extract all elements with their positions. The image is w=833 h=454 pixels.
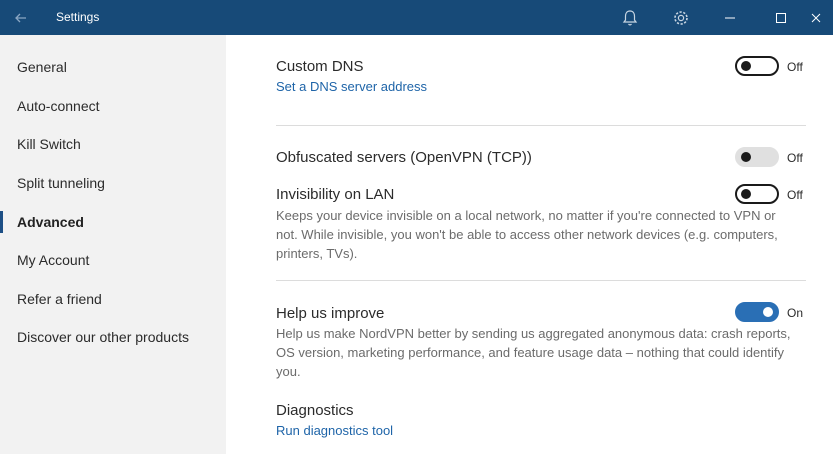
help-improve-title: Help us improve <box>276 305 385 322</box>
help-improve-toggle[interactable] <box>735 302 779 322</box>
diagnostics-title: Diagnostics <box>276 402 354 419</box>
custom-dns-title: Custom DNS <box>276 58 364 75</box>
custom-dns-state: Off <box>787 60 803 74</box>
divider <box>276 125 806 126</box>
set-dns-link[interactable]: Set a DNS server address <box>276 79 427 94</box>
gear-icon[interactable] <box>671 8 691 28</box>
toggle-knob <box>741 189 751 199</box>
sidebar-item-my-account[interactable]: My Account <box>0 245 226 275</box>
obfuscated-servers-title: Obfuscated servers (OpenVPN (TCP)) <box>276 149 532 166</box>
run-diagnostics-link[interactable]: Run diagnostics tool <box>276 423 393 438</box>
obfuscated-servers-state: Off <box>787 151 803 165</box>
obfuscated-servers-toggle[interactable] <box>735 147 779 167</box>
settings-panel: Custom DNS Set a DNS server address Off … <box>226 35 833 454</box>
back-arrow-icon[interactable] <box>12 9 30 27</box>
close-icon[interactable] <box>806 8 826 28</box>
sidebar-item-auto-connect[interactable]: Auto-connect <box>0 91 226 121</box>
minimize-icon[interactable] <box>720 8 740 28</box>
sidebar-item-advanced[interactable]: Advanced <box>0 207 226 237</box>
invisibility-lan-title: Invisibility on LAN <box>276 186 395 203</box>
sidebar-item-discover-products[interactable]: Discover our other products <box>0 322 226 352</box>
sidebar-item-kill-switch[interactable]: Kill Switch <box>0 129 226 159</box>
custom-dns-toggle[interactable] <box>735 56 779 76</box>
maximize-icon[interactable] <box>771 8 791 28</box>
sidebar-item-split-tunneling[interactable]: Split tunneling <box>0 168 226 198</box>
active-indicator <box>0 211 3 233</box>
toggle-knob <box>741 152 751 162</box>
sidebar-item-general[interactable]: General <box>0 52 226 82</box>
toggle-knob <box>763 307 773 317</box>
sidebar: General Auto-connect Kill Switch Split t… <box>0 35 226 454</box>
divider <box>276 280 806 281</box>
bell-icon[interactable] <box>620 8 640 28</box>
help-improve-state: On <box>787 306 804 320</box>
title-bar: Settings <box>0 0 833 35</box>
window-title: Settings <box>56 10 100 24</box>
toggle-knob <box>741 61 751 71</box>
sidebar-item-label: Advanced <box>17 214 84 230</box>
sidebar-item-refer-a-friend[interactable]: Refer a friend <box>0 284 226 314</box>
invisibility-lan-toggle[interactable] <box>735 184 779 204</box>
invisibility-lan-state: Off <box>787 188 803 202</box>
invisibility-lan-description: Keeps your device invisible on a local n… <box>276 208 778 261</box>
help-improve-description: Help us make NordVPN better by sending u… <box>276 326 791 379</box>
